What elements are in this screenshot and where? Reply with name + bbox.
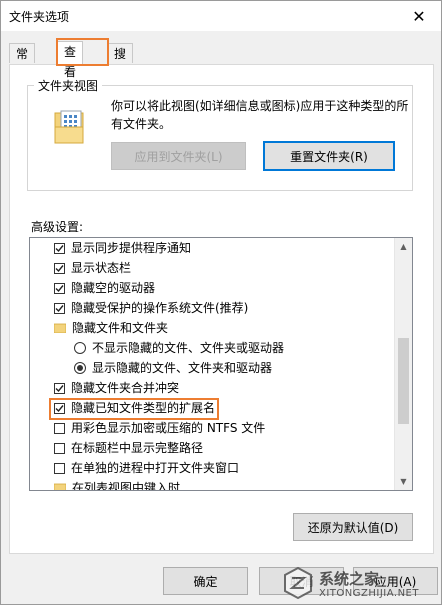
- folder-icon: [54, 483, 66, 490]
- radio-dot: [77, 365, 83, 371]
- list-item[interactable]: 显示状态栏: [54, 258, 131, 278]
- list-item[interactable]: 隐藏受保护的操作系统文件(推荐): [54, 298, 248, 318]
- checkbox-checked-icon[interactable]: [54, 262, 65, 274]
- list-item[interactable]: 在单独的进程中打开文件夹窗口: [54, 458, 239, 478]
- checkbox-unchecked-icon[interactable]: [54, 442, 65, 454]
- list-item-label: 显示状态栏: [71, 261, 132, 275]
- close-button[interactable]: ✕: [397, 1, 441, 31]
- list-item[interactable]: 显示隐藏的文件、文件夹和驱动器: [74, 358, 272, 378]
- window-title: 文件夹选项: [9, 10, 70, 24]
- scroll-down-arrow-icon[interactable]: ▼: [395, 473, 412, 490]
- list-group-label: 隐藏文件和文件夹: [72, 321, 169, 335]
- radio-selected-icon[interactable]: [74, 362, 86, 374]
- list-item-label: 隐藏受保护的操作系统文件(推荐): [71, 301, 249, 315]
- folder-views-description: 你可以将此视图(如详细信息或图标)应用于这种类型的所有文件夹。: [111, 99, 409, 131]
- list-group-header: 隐藏文件和文件夹: [54, 318, 168, 338]
- radio-unselected-icon[interactable]: [74, 342, 86, 354]
- advanced-settings-label: 高级设置:: [31, 220, 84, 234]
- title-bar: 文件夹选项 ✕: [1, 1, 441, 31]
- list-item[interactable]: 在标题栏中显示完整路径: [54, 438, 203, 458]
- watermark-url: XITONGZHIJIA.NET: [319, 588, 419, 599]
- list-group-header: 在列表视图中键入时: [54, 478, 181, 491]
- scroll-up-arrow-icon[interactable]: ▲: [395, 238, 412, 255]
- watermark-text: 系统之家: [319, 570, 380, 588]
- tab-search[interactable]: 搜索: [107, 43, 134, 81]
- checkbox-checked-icon[interactable]: [54, 302, 65, 314]
- checkbox-checked-icon[interactable]: [54, 282, 65, 294]
- checkbox-unchecked-icon[interactable]: [54, 422, 65, 434]
- folder-view-icon: [54, 110, 84, 144]
- apply-to-folders-button[interactable]: 应用到文件夹(L): [111, 142, 246, 170]
- folder-icon: [54, 323, 66, 333]
- list-item-label: 用彩色显示加密或压缩的 NTFS 文件: [71, 421, 266, 435]
- list-group-label: 在列表视图中键入时: [72, 481, 181, 491]
- list-item-label: 不显示隐藏的文件、文件夹或驱动器: [92, 341, 285, 355]
- list-item[interactable]: 隐藏已知文件类型的扩展名: [54, 398, 215, 418]
- list-item-label: 隐藏已知文件类型的扩展名: [71, 401, 216, 415]
- reset-folders-button[interactable]: 重置文件夹(R): [263, 141, 395, 171]
- ok-button[interactable]: 确定: [163, 567, 248, 595]
- vertical-scrollbar[interactable]: ▲ ▼: [394, 238, 412, 490]
- close-icon: ✕: [412, 6, 426, 26]
- list-item[interactable]: 不显示隐藏的文件、文件夹或驱动器: [74, 338, 284, 358]
- list-item-label: 在单独的进程中打开文件夹窗口: [71, 461, 240, 475]
- list-item-label: 隐藏空的驱动器: [71, 281, 156, 295]
- checkbox-checked-icon[interactable]: [54, 382, 65, 394]
- checkbox-checked-icon[interactable]: [54, 242, 65, 254]
- list-item[interactable]: 用彩色显示加密或压缩的 NTFS 文件: [54, 418, 265, 438]
- tab-view[interactable]: 查看: [57, 41, 84, 79]
- watermark: 系统之家 XITONGZHIJIA.NET: [283, 566, 442, 606]
- checkbox-unchecked-icon[interactable]: [54, 462, 65, 474]
- checkbox-checked-icon[interactable]: [54, 402, 65, 414]
- list-item-label: 隐藏文件夹合并冲突: [71, 381, 180, 395]
- watermark-logo-icon: [284, 566, 312, 600]
- scroll-thumb[interactable]: [398, 338, 409, 424]
- list-item[interactable]: 显示同步提供程序通知: [54, 238, 191, 258]
- advanced-settings-list[interactable]: 显示同步提供程序通知 显示状态栏 隐藏空的驱动器 隐藏受保护的操作系统文件(推荐…: [29, 237, 413, 491]
- folder-options-dialog: 文件夹选项 ✕ 常规 查看 搜索 文件夹视图 你可以将此视图(如详细信息或图标)…: [0, 0, 442, 605]
- list-item-label: 显示隐藏的文件、文件夹和驱动器: [92, 361, 273, 375]
- list-item-label: 在标题栏中显示完整路径: [71, 441, 204, 455]
- restore-defaults-button[interactable]: 还原为默认值(D): [293, 513, 413, 541]
- tab-general[interactable]: 常规: [9, 43, 36, 81]
- list-item[interactable]: 隐藏文件夹合并冲突: [54, 378, 179, 398]
- list-item[interactable]: 隐藏空的驱动器: [54, 278, 155, 298]
- list-item-label: 显示同步提供程序通知: [71, 241, 192, 255]
